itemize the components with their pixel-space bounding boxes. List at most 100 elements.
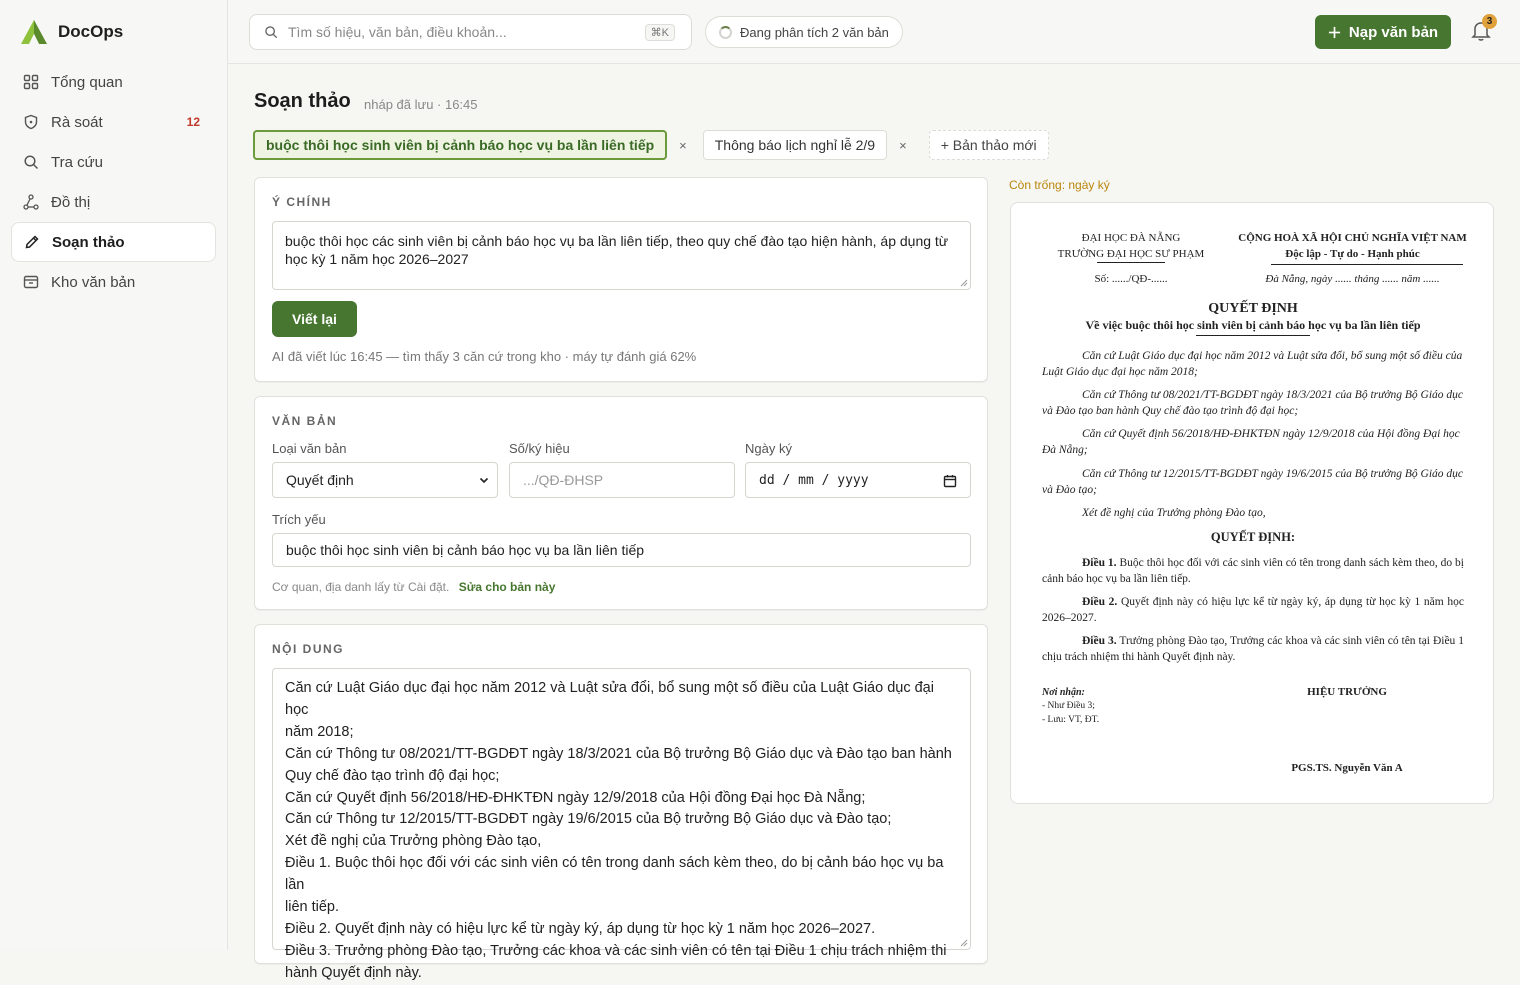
main-idea-textarea[interactable]: buộc thôi học các sinh viên bị cảnh báo …	[272, 221, 971, 290]
preview-doc-number: Số: ....../QĐ-......	[1094, 273, 1168, 285]
article-title: Điều 1.	[1082, 557, 1117, 569]
preview-article: Điều 1. Buộc thôi học đối với các sinh v…	[1042, 555, 1464, 587]
preview-basis: Căn cứ Thông tư 08/2021/TT-BGDĐT ngày 18…	[1042, 389, 1464, 417]
tab-draft-holiday[interactable]: Thông báo lịch nghỉ lễ 2/9	[702, 130, 888, 160]
content-line: Căn cứ Thông tư 08/2021/TT-BGDĐT ngày 18…	[285, 745, 952, 762]
rewrite-button[interactable]: Viết lại	[272, 301, 357, 337]
search-input[interactable]	[288, 24, 628, 40]
sidebar-item-lookup[interactable]: Tra cứu	[11, 142, 216, 182]
sidebar: DocOps Tổng quan Rà soát 12 Tra cứu Đồ t…	[0, 0, 228, 950]
preview-basis: Căn cứ Luật Giáo dục đại học năm 2012 và…	[1042, 350, 1463, 378]
preview-doc-type: QUYẾT ĐỊNH	[1208, 301, 1298, 316]
docops-logo-icon	[21, 20, 47, 44]
search-box[interactable]: ⌘K	[249, 14, 692, 50]
doc-number-input[interactable]: .../QĐ-ĐHSP	[509, 462, 735, 498]
sidebar-item-label: Tổng quan	[51, 73, 123, 91]
document-section-label: VĂN BẢN	[272, 414, 338, 428]
review-count-badge: 12	[186, 115, 200, 129]
content-section-label: NỘI DUNG	[272, 642, 344, 656]
sidebar-item-label: Soạn thảo	[52, 233, 125, 251]
sign-date-input[interactable]: dd / mm / yyyy	[745, 462, 971, 498]
sidebar-item-compose[interactable]: Soạn thảo	[11, 222, 216, 262]
analysis-status: Đang phân tích 2 văn bản	[705, 16, 903, 48]
grid-icon	[23, 74, 39, 90]
doc-number-placeholder: .../QĐ-ĐHSP	[523, 472, 604, 488]
preview-decide-heading: QUYẾT ĐỊNH:	[1210, 530, 1296, 544]
notification-badge: 3	[1482, 14, 1497, 29]
topbar: ⌘K Đang phân tích 2 văn bản Nạp văn bản …	[228, 0, 1520, 64]
motto-underline	[1271, 264, 1463, 265]
sidebar-item-review[interactable]: Rà soát 12	[11, 102, 216, 142]
content-line: Điều 1. Buộc thôi học đối với các sinh v…	[285, 855, 944, 894]
summary-input[interactable]: buộc thôi học sinh viên bị cảnh báo học …	[272, 533, 971, 567]
page-title: Soạn thảo	[254, 90, 351, 112]
main-content: Soạn thảo nháp đã lưu · 16:45 buộc thôi …	[228, 64, 1520, 981]
search-shortcut-hint: ⌘K	[644, 24, 675, 41]
doc-type-select[interactable]: Quyết định	[272, 462, 498, 498]
content-line: năm 2018;	[285, 723, 354, 740]
summary-label: Trích yếu	[272, 512, 326, 527]
main-idea-section-label: Ý CHÍNH	[272, 195, 332, 209]
sidebar-item-graph[interactable]: Đồ thị	[11, 182, 216, 222]
summary-value: buộc thôi học sinh viên bị cảnh báo học …	[286, 542, 645, 558]
calendar-icon[interactable]	[943, 474, 957, 488]
content-line: liên tiếp.	[285, 899, 340, 916]
missing-fields-note: Còn trống: ngày ký	[1009, 178, 1110, 192]
preview-basis: Căn cứ Quyết định 56/2018/HĐ-ĐHKTĐN ngày…	[1042, 428, 1460, 456]
graph-icon	[23, 194, 39, 210]
draft-tabs: buộc thôi học sinh viên bị cảnh báo học …	[253, 130, 1049, 160]
content-line: Điều 2. Quyết định này có hiệu lực kể từ…	[285, 920, 876, 937]
document-preview: ĐẠI HỌC ĐÀ NẴNG TRƯỜNG ĐẠI HỌC SƯ PHẠM S…	[1010, 202, 1494, 804]
draft-saved-status: nháp đã lưu · 16:45	[364, 97, 478, 112]
ai-generation-note: AI đã viết lúc 16:45 — tìm thấy 3 căn cứ…	[272, 349, 697, 364]
main-idea-card: Ý CHÍNH buộc thôi học các sinh viên bị c…	[254, 177, 988, 382]
close-icon[interactable]: ×	[679, 138, 687, 153]
preview-basis: Căn cứ Thông tư 12/2015/TT-BGDĐT ngày 19…	[1042, 468, 1464, 496]
preview-basis: Xét đề nghị của Trưởng phòng Đào tạo,	[1082, 507, 1266, 519]
tab-label: Thông báo lịch nghỉ lễ 2/9	[714, 137, 876, 153]
preview-signer-title: HIỆU TRƯỞNG	[1307, 686, 1387, 698]
sign-date-placeholder: dd / mm / yyyy	[759, 472, 869, 488]
sidebar-item-archive[interactable]: Kho văn bản	[11, 262, 216, 302]
content-line: Căn cứ Luật Giáo dục đại học năm 2012 và…	[285, 680, 934, 718]
sidebar-item-label: Kho văn bản	[51, 273, 136, 291]
app-name: DocOps	[58, 22, 124, 41]
plus-icon	[1328, 26, 1340, 38]
settings-note: Cơ quan, địa danh lấy từ Cài đặt. Sửa ch…	[272, 580, 555, 594]
sidebar-item-label: Tra cứu	[51, 153, 103, 171]
preview-article: Điều 3. Trưởng phòng Đào tạo, Trưởng các…	[1042, 633, 1464, 665]
settings-note-text: Cơ quan, địa danh lấy từ Cài đặt.	[272, 580, 450, 594]
article-title: Điều 3.	[1082, 635, 1117, 647]
resize-handle-icon[interactable]	[960, 279, 968, 287]
sidebar-item-label: Rà soát	[51, 113, 103, 131]
preview-article: Điều 2. Quyết định này có hiệu lực kể từ…	[1042, 594, 1464, 626]
content-line: Căn cứ Quyết định 56/2018/HĐ-ĐHKTĐN ngày…	[285, 789, 866, 806]
tab-draft-expulsion[interactable]: buộc thôi học sinh viên bị cảnh báo học …	[253, 130, 668, 160]
search-icon	[265, 26, 278, 39]
doc-number-label: Số/ký hiệu	[509, 441, 570, 456]
new-draft-label: + Bản thảo mới	[940, 137, 1037, 153]
close-icon[interactable]: ×	[899, 138, 907, 153]
preview-motto: Độc lập - Tự do - Hạnh phúc	[1285, 248, 1420, 260]
logo[interactable]: DocOps	[20, 18, 123, 46]
preview-place-date: Đà Nẵng, ngày ...... tháng ...... năm ..…	[1265, 273, 1440, 285]
sign-date-label: Ngày ký	[745, 441, 792, 456]
content-line: Điều 3. Trưởng phòng Đào tạo, Trưởng các…	[285, 942, 947, 959]
sidebar-nav: Tổng quan Rà soát 12 Tra cứu Đồ thị Soạn…	[11, 62, 216, 302]
sidebar-item-overview[interactable]: Tổng quan	[11, 62, 216, 102]
content-textarea[interactable]: Căn cứ Luật Giáo dục đại học năm 2012 và…	[272, 668, 971, 981]
preview-org-parent: ĐẠI HỌC ĐÀ NẴNG	[1081, 232, 1181, 244]
preview-recipient: - Như Điều 3;	[1042, 701, 1095, 711]
content-line: Xét đề nghị của Trưởng phòng Đào tạo,	[285, 833, 542, 850]
content-line: Căn cứ Thông tư 12/2015/TT-BGDĐT ngày 19…	[285, 811, 892, 828]
preview-doc-subject: Về việc buộc thôi học sinh viên bị cảnh …	[1085, 318, 1421, 332]
content-line: hành Quyết định này.	[285, 964, 422, 981]
new-draft-button[interactable]: + Bản thảo mới	[928, 130, 1049, 160]
override-settings-link[interactable]: Sửa cho bản này	[459, 580, 556, 594]
subject-underline	[1196, 335, 1310, 336]
resize-handle-icon[interactable]	[960, 939, 968, 947]
main-idea-text: buộc thôi học các sinh viên bị cảnh báo …	[285, 233, 949, 268]
doc-type-value: Quyết định	[286, 472, 354, 488]
preview-signer-name: PGS.TS. Nguyễn Văn A	[1291, 762, 1403, 774]
upload-document-button[interactable]: Nạp văn bản	[1315, 15, 1451, 49]
